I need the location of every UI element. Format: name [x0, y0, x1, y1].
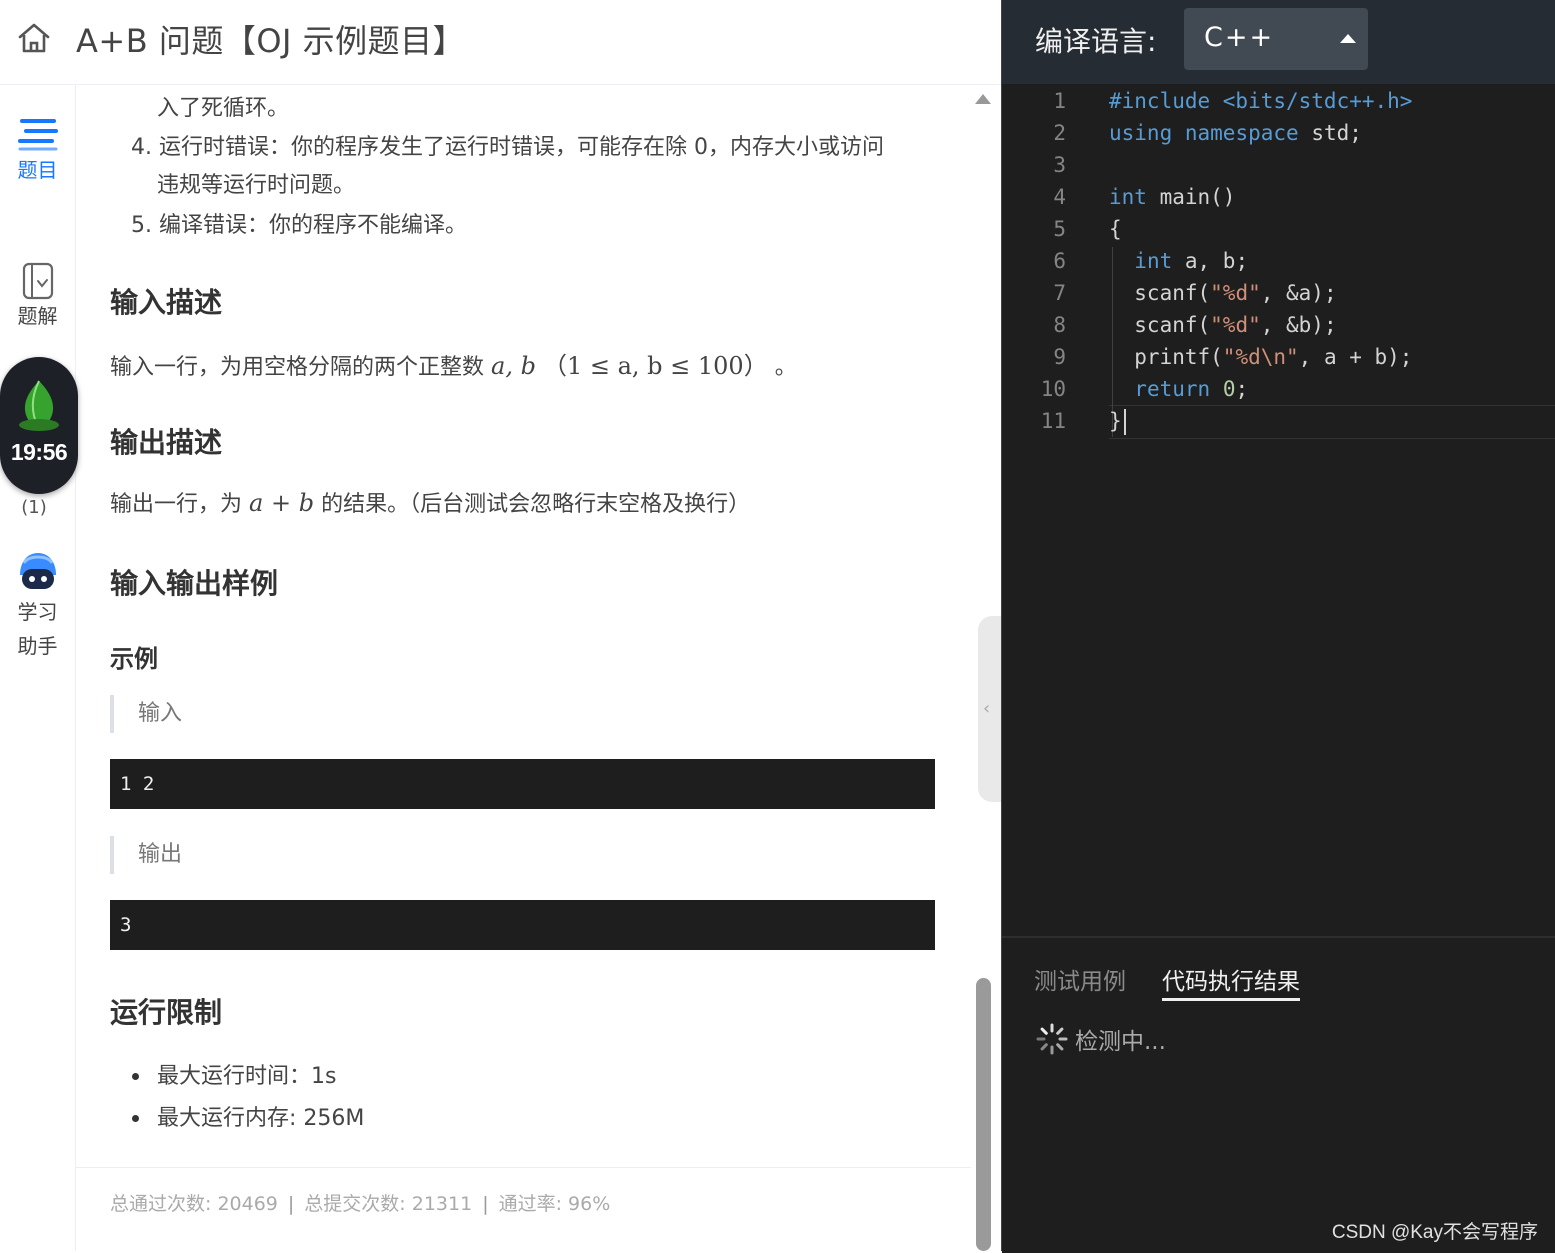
stats-separator: |: [482, 1193, 489, 1215]
input-desc-end: 。: [774, 355, 797, 380]
output-desc-text: 的结果。（后台测试会忽略行末空格及换行）: [321, 492, 751, 517]
bullet: [132, 1073, 139, 1080]
watermark: CSDN @Kay不会写程序: [1331, 1222, 1538, 1243]
output-desc-text: 输出一行，为: [110, 492, 243, 517]
language-select[interactable]: C++: [1184, 8, 1368, 70]
sidebar-item-problem[interactable]: 题目: [0, 115, 75, 185]
output-sum-math: a + b: [249, 489, 315, 517]
text-cursor: [1124, 409, 1126, 435]
problem-header: A+B 问题【OJ 示例题目】: [0, 0, 1001, 85]
result-panel: 测试用例 代码执行结果 检测中...: [1002, 936, 1555, 1253]
list-text: 运行时错误：你的程序发生了运行时错误，可能存在除 0，内存大小或访问: [159, 135, 884, 160]
chevron-left-icon: ‹: [983, 698, 991, 719]
pass-rate: 通过率: 96%: [498, 1193, 611, 1215]
total-passed: 总通过次数: 20469: [110, 1193, 278, 1215]
sidebar-item-solution[interactable]: 题解: [0, 261, 75, 331]
submission-stats: 总通过次数: 20469 | 总提交次数: 21311 | 通过率: 96%: [110, 1189, 610, 1216]
input-vars-math: a, b: [491, 352, 536, 380]
input-range-math: （1 ≤ a, b ≤ 100）: [542, 352, 768, 380]
line-number: 10: [1040, 377, 1066, 401]
example-label: 示例: [110, 645, 158, 673]
sample-output-block: 3: [110, 900, 935, 950]
code-line: scanf("%d", &a);: [1109, 281, 1337, 305]
line-number: 5: [1053, 217, 1066, 241]
line-number: 2: [1053, 121, 1066, 145]
input-heading: 输入描述: [110, 286, 223, 319]
sidebar-item-label: 学习助手: [17, 600, 58, 658]
list-text: 编译错误：你的程序不能编译。: [159, 213, 468, 238]
memory-limit: 最大运行内存: 256M: [157, 1106, 365, 1131]
input-desc-text: 输入一行，为用空格分隔的两个正整数: [110, 355, 485, 380]
time-limit: 最大运行时间：1s: [157, 1064, 337, 1089]
line-number: 8: [1053, 313, 1066, 337]
timer-text: 19:56: [10, 439, 68, 465]
language-label: 编译语言:: [1035, 25, 1157, 58]
samples-heading: 输入输出样例: [110, 567, 279, 600]
line-number: 11: [1040, 409, 1066, 433]
result-item: 5. 编译错误：你的程序不能编译。: [131, 207, 467, 239]
code-line: using namespace std;: [1109, 121, 1362, 145]
stats-divider: [76, 1167, 971, 1168]
collapse-panel-handle[interactable]: ‹: [978, 616, 1001, 802]
assistant-robot-icon: [19, 553, 56, 589]
leaf-icon: [19, 380, 59, 431]
stats-separator: |: [287, 1193, 295, 1215]
loading-spinner-icon: [1036, 1023, 1068, 1055]
code-line: scanf("%d", &b);: [1109, 313, 1337, 337]
scroll-up-arrow[interactable]: [975, 94, 991, 104]
editor-pane: 编译语言: C++ 1 2 3 4 5 6 7 8 9 10 11 #inclu…: [1001, 0, 1555, 1253]
line-number: 9: [1053, 345, 1066, 369]
problem-content: 入了死循环。 4. 运行时错误：你的程序发生了运行时错误，可能存在除 0，内存大…: [76, 85, 971, 1251]
code-line: #include <bits/stdc++.h>: [1109, 89, 1413, 113]
line-number: 1: [1053, 89, 1066, 113]
problem-list-icon: [17, 119, 58, 151]
timer-count: (1): [21, 497, 47, 518]
sidebar-item-label: 题目: [17, 158, 58, 182]
page-title: A+B 问题【OJ 示例题目】: [76, 22, 466, 60]
home-icon[interactable]: [16, 20, 52, 56]
code-line: return 0;: [1134, 377, 1249, 401]
bullet: [132, 1115, 139, 1122]
timer-badge[interactable]: 19:56: [0, 357, 78, 494]
total-submitted: 总提交次数: 21311: [304, 1193, 473, 1215]
status-text: 检测中...: [1075, 1029, 1166, 1055]
result-item-continuation: 违规等运行时问题。: [157, 173, 356, 198]
list-number: 4.: [131, 135, 152, 160]
scrollbar-thumb[interactable]: [976, 978, 991, 1251]
code-editor[interactable]: 1 2 3 4 5 6 7 8 9 10 11 #include <bits/s…: [1002, 85, 1555, 935]
code-line: int a, b;: [1134, 249, 1249, 273]
problem-pane: A+B 问题【OJ 示例题目】 题目 题解 19:56 (1) 学习助手 入了死…: [0, 0, 1001, 1251]
sidebar-item-label: 题解: [17, 304, 58, 328]
sample-output-label: 输出: [110, 836, 182, 874]
result-item-continuation: 入了死循环。: [157, 96, 290, 121]
output-description: 输出一行，为 a + b 的结果。（后台测试会忽略行末空格及换行）: [110, 486, 750, 518]
active-line-highlight: [1109, 405, 1555, 439]
code-line: printf("%d\n", a + b);: [1109, 345, 1413, 369]
line-number: 4: [1053, 185, 1066, 209]
side-nav: 题目 题解 19:56 (1) 学习助手: [0, 85, 78, 1251]
line-number: 6: [1053, 249, 1066, 273]
line-number: 7: [1053, 281, 1066, 305]
tab-test-cases[interactable]: 测试用例: [1034, 962, 1126, 996]
limits-heading: 运行限制: [110, 996, 223, 1029]
language-bar: 编译语言: C++: [1002, 0, 1555, 84]
input-description: 输入一行，为用空格分隔的两个正整数 a, b （1 ≤ a, b ≤ 100） …: [110, 346, 797, 381]
language-value: C++: [1204, 22, 1275, 53]
solution-icon: [22, 262, 53, 300]
code-line: {: [1109, 217, 1122, 241]
sample-input-block: 1 2: [110, 759, 935, 809]
sidebar-item-assistant[interactable]: 学习助手: [0, 551, 75, 663]
list-number: 5.: [131, 213, 152, 238]
sample-input-label: 输入: [110, 695, 182, 733]
tab-execution-result[interactable]: 代码执行结果: [1162, 962, 1300, 1001]
code-line: int main(): [1109, 185, 1236, 209]
code-line: }: [1109, 409, 1122, 433]
output-heading: 输出描述: [110, 426, 223, 459]
result-item: 4. 运行时错误：你的程序发生了运行时错误，可能存在除 0，内存大小或访问: [131, 129, 884, 161]
caret-up-icon: [1340, 34, 1356, 43]
line-number: 3: [1053, 153, 1066, 177]
